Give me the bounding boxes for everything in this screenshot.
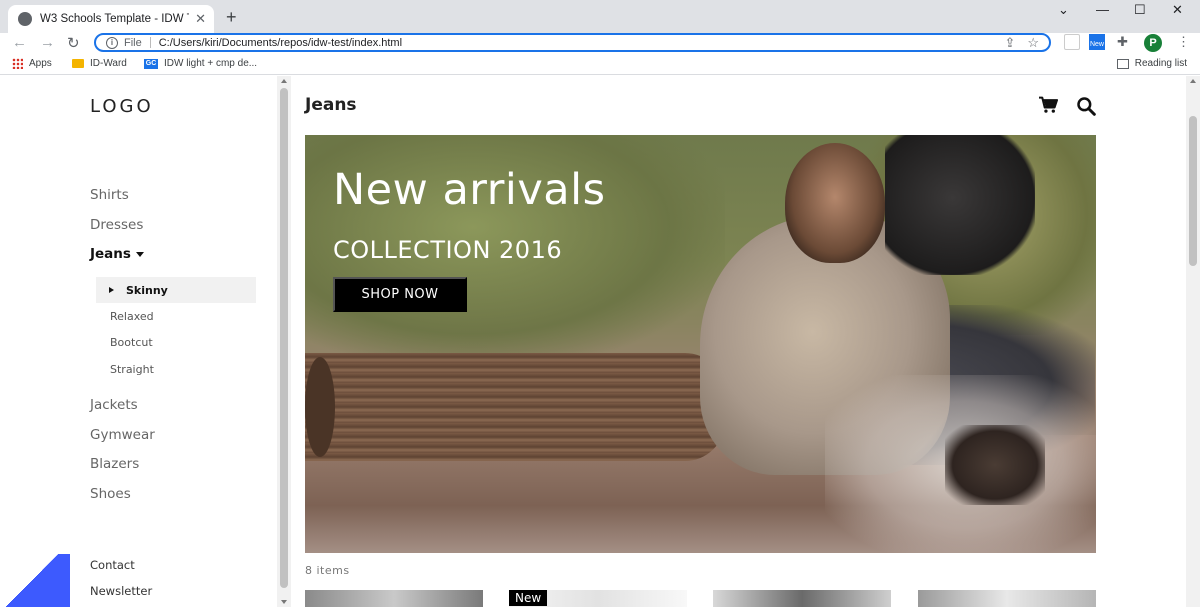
extension-new-icon[interactable]: New [1089,34,1105,50]
reading-list-icon [1116,58,1129,69]
sidebar-item-jeans[interactable]: Jeans [90,246,144,262]
sidebar-scrollbar[interactable] [277,76,291,607]
hero-model-head [785,143,885,263]
page-viewport: LOGO Shirts Dresses Jeans Skinny Relaxed… [0,76,1200,607]
corner-decoration [0,554,70,607]
caret-down-icon [135,251,144,257]
sidebar-subitem-straight[interactable]: Straight [110,363,154,376]
bookmark-label: ID-Ward [90,58,127,69]
caret-right-icon [109,287,114,293]
browser-tab-bar: W3 Schools Template - IDW Tech ✕ + ⌄ — ☐… [0,0,1200,33]
address-scheme: File [124,36,142,49]
hero-headline: New arrivals [333,165,606,215]
new-badge: New [509,590,548,606]
product-card[interactable] [713,590,891,607]
reading-list-button[interactable]: Reading list [1116,58,1187,69]
hero-banner: New arrivals COLLECTION 2016 SHOP NOW [305,135,1096,553]
address-bar[interactable]: i File C:/Users/kiri/Documents/repos/idw… [94,33,1051,52]
bookmarks-bar: Apps ID-Ward GC IDW light + cmp de... Re… [0,53,1200,75]
sidebar-item-dresses[interactable]: Dresses [90,217,143,233]
search-icon[interactable] [1076,96,1096,116]
sidebar-item-gymwear[interactable]: Gymwear [90,427,155,443]
globe-icon [18,12,32,26]
shopping-cart-icon[interactable] [1038,96,1058,114]
maximize-button[interactable]: ☐ [1134,2,1146,18]
hero-model-boot [945,425,1045,505]
contact-link[interactable]: Contact [90,558,135,572]
bookmark-label: Apps [29,58,52,69]
browser-toolbar: ← → ↻ i File C:/Users/kiri/Documents/rep… [0,33,1200,53]
sidebar: LOGO Shirts Dresses Jeans Skinny Relaxed… [0,76,276,607]
reload-button[interactable]: ↻ [67,34,80,52]
hero-subheadline: COLLECTION 2016 [333,236,563,264]
item-count: 8 items [305,564,350,577]
hero-model-hat [885,135,1035,275]
sidebar-item-jackets[interactable]: Jackets [90,397,138,413]
sidebar-scrollbar-thumb[interactable] [280,88,288,588]
sidebar-item-shirts[interactable]: Shirts [90,187,129,203]
new-tab-button[interactable]: + [226,7,237,28]
profile-avatar[interactable]: P [1144,34,1162,52]
extension-icon[interactable] [1064,34,1080,50]
close-tab-icon[interactable]: ✕ [195,11,206,27]
gc-icon: GC [144,58,158,69]
bookmark-id-ward[interactable]: ID-Ward [72,58,127,69]
tab-search-chevron-icon[interactable]: ⌄ [1058,2,1069,18]
newsletter-link[interactable]: Newsletter [90,584,152,598]
page-title: Jeans [305,95,357,115]
sidebar-item-label: Jeans [90,246,131,262]
bookmark-idw-light[interactable]: GC IDW light + cmp de... [144,58,257,69]
tab-title: W3 Schools Template - IDW Tech [40,13,189,25]
scroll-up-icon[interactable] [1190,79,1196,83]
product-card[interactable] [305,590,483,607]
puzzle-extensions-icon[interactable]: ✚ [1117,34,1133,50]
sidebar-subitem-relaxed[interactable]: Relaxed [110,310,154,323]
bookmark-apps[interactable]: Apps [12,58,52,69]
main-content: Jeans New arrivals COLLECTION 2016 SHOP … [291,76,1186,607]
sidebar-subitem-label: Skinny [126,283,168,297]
hero-log-end [305,357,335,457]
minimize-button[interactable]: — [1096,2,1109,17]
info-icon[interactable]: i [106,36,118,49]
scroll-up-icon[interactable] [281,79,287,83]
sidebar-subitem-bootcut[interactable]: Bootcut [110,336,153,349]
hero-log [305,353,725,461]
close-window-button[interactable]: ✕ [1172,2,1183,18]
sidebar-subitem-skinny[interactable]: Skinny [96,277,256,303]
browser-tab[interactable]: W3 Schools Template - IDW Tech ✕ [8,5,214,33]
bookmark-star-icon[interactable]: ☆ [1027,35,1039,51]
logo[interactable]: LOGO [90,96,154,117]
forward-button[interactable]: → [40,34,55,51]
back-button[interactable]: ← [12,34,27,51]
product-card[interactable] [918,590,1096,607]
product-card[interactable]: New [509,590,687,607]
sidebar-item-blazers[interactable]: Blazers [90,456,139,472]
bookmark-label: IDW light + cmp de... [164,58,258,69]
address-text[interactable]: C:/Users/kiri/Documents/repos/idw-test/i… [159,37,402,49]
scroll-down-icon[interactable] [281,600,287,604]
apps-grid-icon [12,58,23,69]
reading-list-label: Reading list [1134,58,1187,69]
page-scrollbar-thumb[interactable] [1189,116,1197,266]
more-menu-icon[interactable]: ⋮ [1177,34,1193,50]
shop-now-button[interactable]: SHOP NOW [333,277,467,312]
address-separator [149,37,151,48]
page-scrollbar[interactable] [1186,76,1200,607]
sidebar-item-shoes[interactable]: Shoes [90,486,131,502]
share-icon[interactable]: ⇪ [1004,35,1015,51]
folder-icon [72,59,84,68]
